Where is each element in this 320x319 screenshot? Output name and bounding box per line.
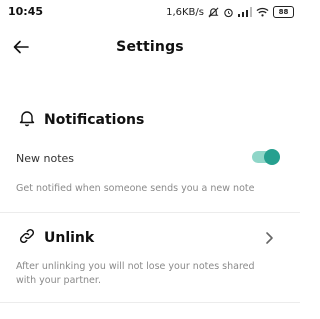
- toggle-knob: [264, 149, 280, 165]
- mute-icon: [208, 7, 219, 18]
- notifications-section: Notifications New notes Get notified whe…: [0, 106, 300, 206]
- unlink-description: After unlinking you will not lose your n…: [16, 261, 255, 286]
- app-bar: Settings: [0, 28, 300, 68]
- unlink-row[interactable]: Unlink After unlinking you will not lose…: [0, 224, 300, 304]
- new-notes-label: New notes: [16, 152, 75, 165]
- unlink-header: Unlink: [18, 224, 94, 252]
- bell-icon: [18, 109, 36, 131]
- divider: [0, 302, 300, 303]
- unlink-title: Unlink: [44, 230, 95, 246]
- divider: [0, 212, 300, 213]
- network-speed: 1,6KB/s: [166, 6, 204, 18]
- status-bar: 10:45 1,6KB/s 88: [0, 0, 300, 24]
- chevron-right-icon: [262, 230, 276, 246]
- new-notes-toggle[interactable]: [252, 149, 280, 165]
- page-title: Settings: [116, 39, 184, 55]
- battery-icon: 88: [273, 6, 294, 18]
- signal-icon: [238, 7, 252, 17]
- status-indicators: 1,6KB/s 88: [166, 4, 294, 20]
- link-icon: [18, 227, 36, 249]
- notifications-description: Get notified when someone sends you a ne…: [16, 183, 255, 194]
- alarm-icon: [223, 7, 234, 18]
- notifications-title: Notifications: [44, 112, 145, 128]
- status-time: 10:45: [8, 5, 44, 18]
- wifi-icon: [256, 7, 269, 17]
- notifications-header: Notifications: [18, 106, 144, 134]
